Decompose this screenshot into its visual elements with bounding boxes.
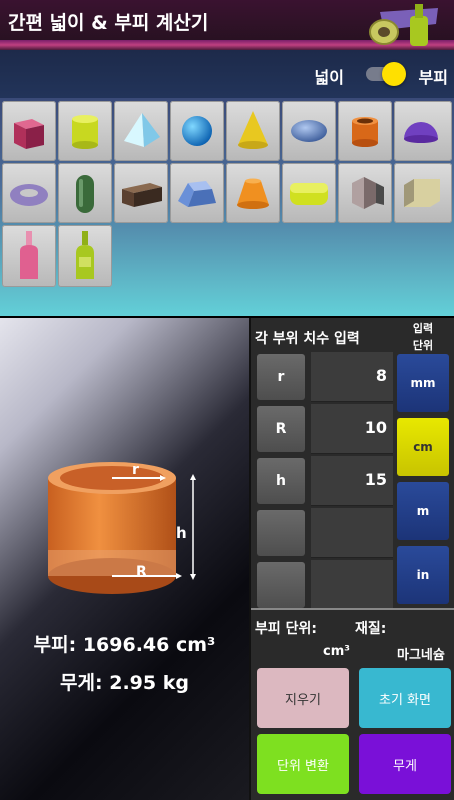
dim-label-r: r xyxy=(132,462,139,478)
bottle-green-icon xyxy=(76,231,94,279)
material-label: 재질: xyxy=(355,621,387,637)
shape-tile-rounded-slab[interactable] xyxy=(282,163,336,223)
area-mode-label[interactable]: 넓이 xyxy=(315,64,344,88)
cube-icon xyxy=(14,119,44,149)
shape-preview-panel: r R h 부피: 1696.46 cm³ 무게: 2.95 kg xyxy=(0,318,249,800)
app-title: 간편 넓이 & 부피 계산기 xyxy=(8,12,209,34)
material-value[interactable]: 마그네슘 xyxy=(397,644,445,663)
rounded-slab-icon xyxy=(290,183,328,205)
mode-toggle-bar: 넓이 부피 xyxy=(0,50,454,98)
hollow-cylinder-icon xyxy=(352,117,378,147)
volume-unit-label: 부피 단위: xyxy=(255,621,317,637)
dim-label-h: h xyxy=(176,524,187,542)
shape-tile-frustum-cone[interactable] xyxy=(226,163,280,223)
shape-tile-cuboid[interactable] xyxy=(114,163,168,223)
torus-icon xyxy=(10,184,48,206)
shape-tile-torus[interactable] xyxy=(2,163,56,223)
sphere-icon xyxy=(182,116,212,146)
shape-tile-bottle-pink[interactable] xyxy=(2,225,56,287)
weight-result: 무게: 2.95 kg xyxy=(60,672,189,694)
dim-label-button-empty-2[interactable] xyxy=(257,562,305,608)
pyramid-icon xyxy=(124,113,160,147)
dim-label-button-empty-1[interactable] xyxy=(257,510,305,556)
dim-input-h[interactable]: 15 xyxy=(311,456,393,506)
volume-mode-label[interactable]: 부피 xyxy=(419,64,448,88)
shape-tile-hollow-cylinder[interactable] xyxy=(338,101,392,161)
unit-button-in[interactable]: in xyxy=(397,546,449,604)
unit-header-line-2: 단위 xyxy=(412,339,434,352)
dim-label-button-r[interactable]: r xyxy=(257,354,305,400)
dim-label-button-h[interactable]: h xyxy=(257,458,305,504)
input-panel: 각 부위 치수 입력 입력 단위 r 8 R 10 h 15 mm cm m i… xyxy=(249,318,454,800)
clear-button[interactable]: 지우기 xyxy=(257,668,349,728)
unit-button-m[interactable]: m xyxy=(397,482,449,540)
shape-tile-frustum-pyramid[interactable] xyxy=(170,163,224,223)
shape-tile-cylinder[interactable] xyxy=(58,101,112,161)
shape-tile-hemisphere[interactable] xyxy=(394,101,452,161)
shape-tile-octagonal-prism[interactable] xyxy=(394,163,452,223)
shape-tile-hexagonal-prism[interactable] xyxy=(338,163,392,223)
shape-grid xyxy=(0,98,454,316)
weight-button[interactable]: 무게 xyxy=(359,734,451,794)
dim-label-button-R[interactable]: R xyxy=(257,406,305,452)
ellipsoid-icon xyxy=(291,120,327,142)
home-button[interactable]: 초기 화면 xyxy=(359,668,451,728)
cylinder-icon xyxy=(72,115,98,149)
unit-header-line-1: 입력 xyxy=(412,322,434,335)
frustum-cone-icon xyxy=(237,178,269,209)
input-panel-title: 각 부위 치수 입력 xyxy=(255,331,360,347)
dim-input-R[interactable]: 10 xyxy=(311,404,393,454)
cone-icon xyxy=(238,111,268,149)
shape-tile-bottle-green[interactable] xyxy=(58,225,112,287)
input-unit-header: 입력 단위 xyxy=(397,320,449,354)
octagonal-prism-icon xyxy=(404,179,440,207)
volume-result: 부피: 1696.46 cm³ xyxy=(33,634,216,656)
hollow-cylinder-preview xyxy=(48,462,196,594)
shape-tile-pyramid[interactable] xyxy=(114,101,168,161)
cuboid-icon xyxy=(122,183,162,207)
dim-input-r[interactable]: 8 xyxy=(311,352,393,402)
dim-label-R: R xyxy=(136,564,147,580)
app-logo-icon xyxy=(369,4,438,46)
dim-input-empty-1[interactable] xyxy=(311,508,393,558)
settings-and-actions: 부피 단위: 재질: cm³ 마그네슘 지우기 초기 화면 단위 변환 무게 xyxy=(251,608,454,800)
area-volume-switch[interactable] xyxy=(364,62,406,86)
shape-tile-sphere[interactable] xyxy=(170,101,224,161)
shape-tile-cube[interactable] xyxy=(2,101,56,161)
bottle-pink-icon xyxy=(20,231,38,279)
shape-tile-ellipsoid[interactable] xyxy=(282,101,336,161)
title-bar: 간편 넓이 & 부피 계산기 xyxy=(0,0,454,50)
unit-button-mm[interactable]: mm xyxy=(397,354,449,412)
unit-button-cm[interactable]: cm xyxy=(397,418,449,476)
dim-input-empty-2[interactable] xyxy=(311,560,393,610)
volume-unit-value[interactable]: cm³ xyxy=(323,644,350,659)
hexagonal-prism-icon xyxy=(352,177,384,209)
shape-tile-cone[interactable] xyxy=(226,101,280,161)
frustum-pyramid-icon xyxy=(178,181,216,207)
capsule-icon xyxy=(76,175,94,213)
unit-convert-button[interactable]: 단위 변환 xyxy=(257,734,349,794)
shape-tile-capsule[interactable] xyxy=(58,163,112,223)
switch-knob xyxy=(382,62,406,86)
hemisphere-icon xyxy=(404,122,438,143)
